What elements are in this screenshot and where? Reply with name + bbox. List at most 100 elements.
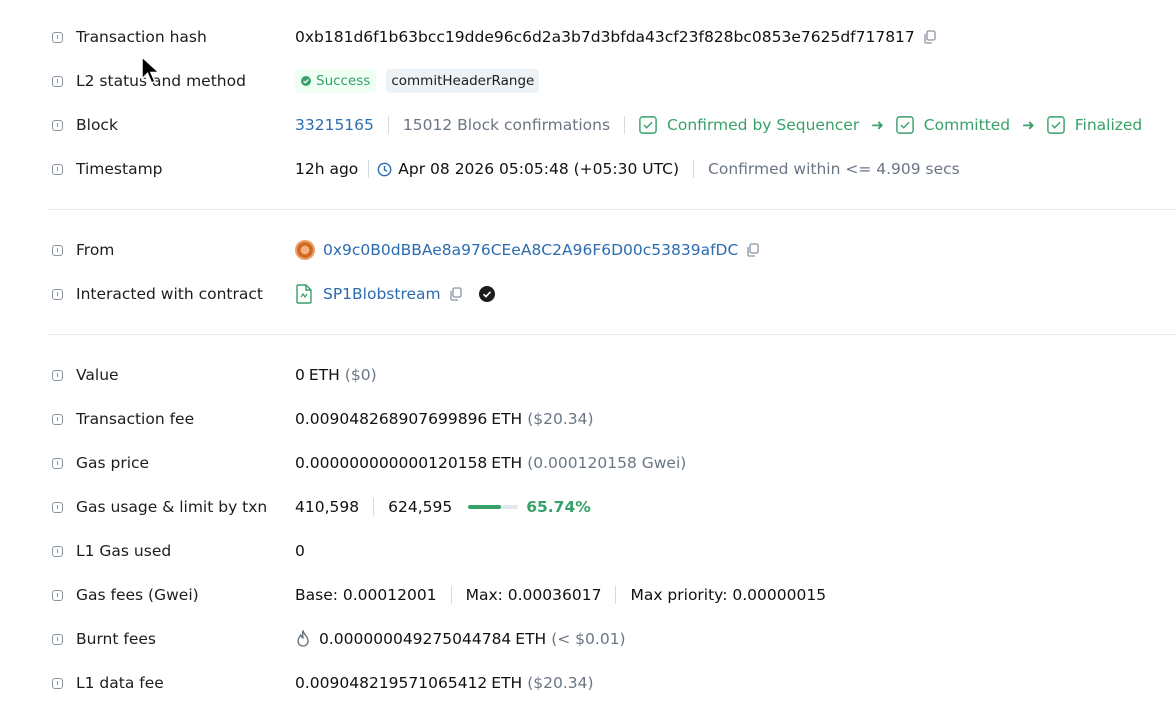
transaction-hash-text: 0xb181d6f1b63bcc19dde96c6d2a3b7d3bfda43c… [295,28,915,46]
value-block: 33215165 15012 Block confirmations Confi… [295,116,1142,134]
info-icon[interactable] [52,369,63,381]
info-icon[interactable] [52,501,63,513]
address-avatar [295,240,315,260]
label-l1-data-fee: L1 data fee [76,674,164,692]
copy-icon[interactable] [746,243,760,257]
info-icon[interactable] [52,457,63,469]
info-icon[interactable] [52,413,63,425]
separator [450,586,452,604]
separator [624,116,626,134]
l1-fee-usd: ($20.34) [527,674,594,692]
success-check-icon [301,76,311,86]
info-icon[interactable] [52,75,63,87]
timestamp-confirmed: Confirmed within <= 4.909 secs [708,160,960,178]
timestamp-ago: 12h ago [295,160,359,178]
gas-limit: 624,595 [388,498,453,516]
row-gas-usage: Gas usage & limit by txn 410,598 624,595… [0,485,1176,529]
fee-usd: ($20.34) [527,410,594,428]
timestamp-datetime: Apr 08 2026 05:05:48 (+05:30 UTC) [398,160,680,178]
info-icon[interactable] [52,31,63,43]
row-timestamp: Timestamp 12h ago Apr 08 2026 05:05:48 (… [0,147,1176,191]
gas-price-amount: 0.000000000000120158 [295,454,488,472]
value-gas-price: 0.000000000000120158 ETH (0.000120158 Gw… [295,454,686,472]
value-gas-usage: 410,598 624,595 65.74% [295,498,591,516]
separator [368,160,370,178]
burnt-usd: (< $0.01) [551,630,626,648]
value-l2-status: Success commitHeaderRange [295,69,540,93]
label-block: Block [76,116,118,134]
verified-check-icon [478,286,495,302]
value-timestamp: 12h ago Apr 08 2026 05:05:48 (+05:30 UTC… [295,160,960,178]
separator [387,116,389,134]
info-icon[interactable] [52,119,63,131]
label-from: From [76,241,115,259]
row-l1-data-fee: L1 data fee 0.009048219571065412 ETH ($2… [0,661,1176,705]
check-box-icon [639,116,657,134]
section-divider [48,334,1176,335]
info-icon[interactable] [52,633,63,645]
label-gas-usage: Gas usage & limit by txn [76,498,268,516]
label-contract: Interacted with contract [76,285,263,303]
l1-fee-amount: 0.009048219571065412 [295,674,488,692]
row-gas-fees: Gas fees (Gwei) Base: 0.00012001 Max: 0.… [0,573,1176,617]
flame-icon [297,630,309,647]
copy-icon[interactable] [923,30,937,44]
gas-used: 410,598 [295,498,360,516]
gas-fee-max: Max: 0.00036017 [465,586,602,604]
label-value: Value [76,366,119,384]
row-gas-price: Gas price 0.000000000000120158 ETH (0.00… [0,441,1176,485]
label-transaction-hash: Transaction hash [76,28,207,46]
info-icon[interactable] [52,244,63,256]
block-number-link[interactable]: 33215165 [295,116,374,134]
mouse-cursor-icon [141,56,161,84]
l1-fee-unit: ETH [491,674,523,692]
gas-usage-percent: 65.74% [526,498,591,516]
fee-amount: 0.009048268907699896 [295,410,488,428]
row-transaction-fee: Transaction fee 0.009048268907699896 ETH… [0,397,1176,441]
label-l1-gas-used: L1 Gas used [76,542,172,560]
info-icon[interactable] [52,288,63,300]
check-box-icon [895,116,914,134]
info-icon[interactable] [52,677,63,689]
value-transaction-fee: 0.009048268907699896 ETH ($20.34) [295,410,594,428]
gas-usage-bar-fill [468,505,502,509]
label-timestamp: Timestamp [76,160,163,178]
separator [373,498,375,516]
value-gas-fees: Base: 0.00012001 Max: 0.00036017 Max pri… [295,586,826,604]
gas-price-unit: ETH [491,454,523,472]
info-icon[interactable] [52,545,63,557]
step-finalized: Finalized [1074,116,1143,134]
value-value: 0 ETH ($0) [295,366,377,384]
contract-name-link[interactable]: SP1Blobstream [323,285,441,303]
row-block: Block 33215165 15012 Block confirmations… [0,103,1176,147]
status-text: Success [316,73,371,89]
contract-file-icon [296,284,312,304]
row-l1-gas-used: L1 Gas used 0 [0,529,1176,573]
copy-icon[interactable] [449,287,463,301]
check-box-icon [1046,116,1065,134]
from-address-link[interactable]: 0x9c0B0dBBAe8a976CEeA8C2A96F6D00c53839af… [323,241,738,259]
row-burnt-fees: Burnt fees 0.000000049275044784 ETH (< $… [0,617,1176,661]
row-value: Value 0 ETH ($0) [0,353,1176,397]
row-contract: Interacted with contract SP1Blobstream [0,272,1176,316]
label-transaction-fee: Transaction fee [76,410,195,428]
fee-unit: ETH [491,410,523,428]
gas-fee-base: Base: 0.00012001 [295,586,437,604]
info-icon[interactable] [52,589,63,601]
row-from: From 0x9c0B0dBBAe8a976CEeA8C2A96F6D00c53… [0,228,1176,272]
separator [693,160,695,178]
label-gas-price: Gas price [76,454,150,472]
value-from: 0x9c0B0dBBAe8a976CEeA8C2A96F6D00c53839af… [295,240,760,260]
arrow-right-icon: ➜ [871,116,884,134]
clock-icon [377,162,392,176]
arrow-right-icon: ➜ [1022,116,1035,134]
info-icon[interactable] [52,163,63,175]
transaction-details: Transaction hash 0xb181d6f1b63bcc19dde96… [0,0,1176,707]
step-confirmed-by-sequencer: Confirmed by Sequencer [667,116,860,134]
block-confirmations: 15012 Block confirmations [402,116,611,134]
separator [615,586,617,604]
step-committed: Committed [923,116,1011,134]
gas-usage-bar [468,505,519,509]
label-burnt-fees: Burnt fees [76,630,156,648]
status-badge: Success [295,69,377,93]
